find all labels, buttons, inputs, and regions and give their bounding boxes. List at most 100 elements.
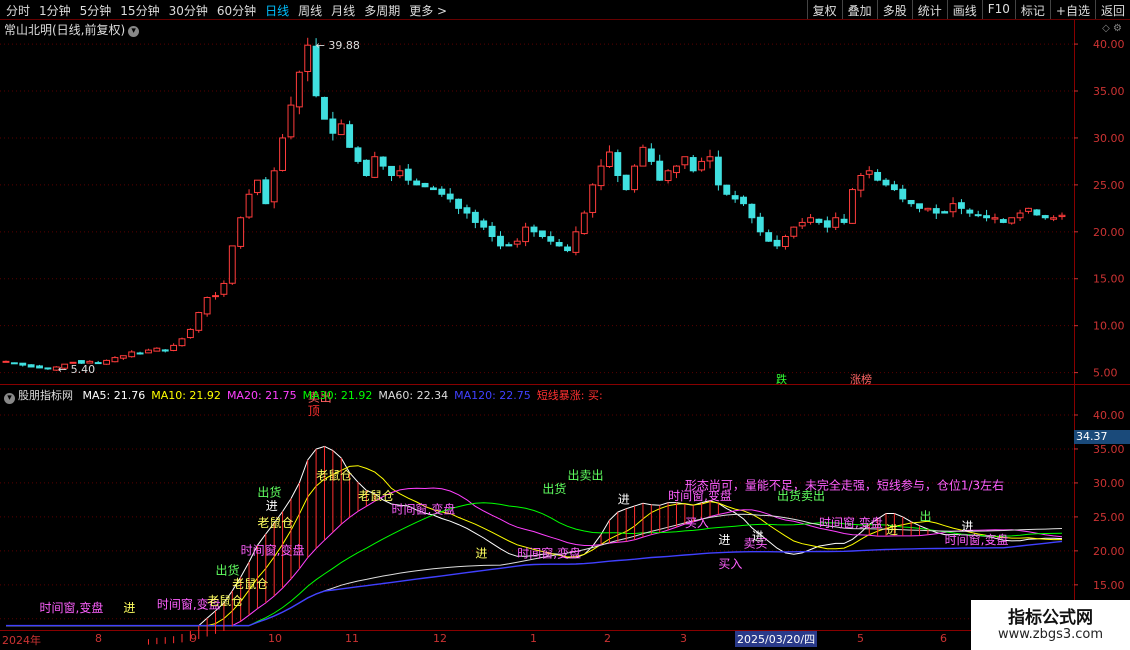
die-tag: 跌 (776, 373, 787, 386)
candle-body-56 (471, 211, 479, 223)
candle-body-23 (195, 312, 203, 331)
candle-body-54 (455, 198, 463, 209)
ind-y-tick-3: 25.00 (1093, 511, 1125, 524)
candle-body-115 (966, 209, 974, 214)
candle-body-48 (404, 168, 412, 181)
candle-body-59 (497, 235, 504, 247)
signal-annotation-15: 买入 (685, 516, 709, 530)
candle-body-126 (1058, 214, 1066, 218)
candle-body-67 (564, 246, 571, 252)
ma-legend-4: MA60: 22.34 (378, 389, 449, 402)
signal-annotation-30: 老鼠仓 (207, 594, 243, 608)
candle-body-75 (631, 165, 639, 191)
candle-body-15 (128, 351, 136, 358)
candle-body-82 (689, 157, 697, 172)
candle-body-47 (396, 170, 404, 177)
candle-body-120 (1008, 217, 1016, 224)
ind-y-tick-4: 20.00 (1093, 545, 1125, 558)
candle-body-46 (388, 165, 395, 176)
candle-body-20 (170, 344, 178, 351)
ind-y-tick-5: 15.00 (1093, 579, 1125, 592)
ma-legend-1: MA10: 21.92 (151, 389, 221, 402)
indicator-name: 股朋指标网 (18, 389, 73, 402)
candlestick-chart: 40.00 35.00 30.00 25.00 20.00 15.00 10.00 5.00 ←… (0, 19, 1130, 645)
signal-annotation-7: 老鼠仓 (358, 489, 394, 503)
candle-body-124 (1041, 215, 1049, 219)
candle-body-1 (10, 362, 18, 365)
candle-body-57 (480, 220, 488, 228)
candle-body-12 (103, 359, 111, 365)
date-tick-11: 6 (940, 632, 947, 645)
candle-body-102 (857, 174, 865, 191)
chevron-down-icon[interactable]: ▾ (4, 393, 15, 404)
date-tick-6: 1 (530, 632, 537, 645)
signal-annotation-9: 进 (475, 547, 487, 561)
candle-body-87 (731, 195, 739, 200)
candle-body-105 (882, 179, 890, 186)
signal-annotation-21: 时间窗,变盘 (819, 515, 883, 530)
candle-body-111 (932, 208, 940, 214)
candle-body-62 (522, 226, 530, 243)
candle-body-50 (421, 182, 429, 188)
candle-body-69 (580, 212, 588, 235)
zhangting-tag: 涨榜 (850, 373, 872, 386)
date-tick-8: 3 (680, 632, 687, 645)
candle-body-58 (488, 225, 496, 238)
candle-body-80 (673, 165, 680, 174)
ind-y-tick-2: 30.00 (1093, 477, 1125, 490)
candle-body-94 (790, 226, 798, 237)
candle-body-60 (505, 244, 513, 247)
signal-annotation-23: 时间窗,变盘 (945, 532, 1009, 547)
candle-body-101 (849, 189, 856, 224)
candle-body-22 (186, 328, 194, 339)
candle-body-72 (605, 151, 613, 167)
candle-body-73 (614, 152, 622, 176)
date-axis: 2024年 8 9 10 11 12 1 2 3 2025/03/20/四 5 6 (0, 631, 971, 648)
candle-body-88 (740, 196, 747, 205)
candle-body-4 (36, 365, 43, 369)
signal-annotation-0: 顶 (308, 404, 320, 418)
candle-body-38 (321, 96, 328, 120)
date-tick-3: 10 (268, 632, 282, 645)
candle-body-104 (874, 171, 882, 181)
candle-body-83 (698, 160, 706, 171)
main-y-tick-2: 30.00 (1093, 132, 1125, 145)
candle-body-35 (295, 71, 303, 108)
candle-body-45 (379, 156, 387, 167)
signal-annotation-16: 进 (718, 533, 730, 547)
watermark-url: www.zbgs3.com (997, 627, 1104, 642)
candle-body-90 (756, 216, 764, 233)
candle-body-24 (203, 297, 211, 315)
candle-body-3 (27, 364, 35, 368)
candle-body-44 (371, 156, 379, 178)
candle-body-41 (346, 124, 354, 148)
candle-body-34 (287, 104, 295, 138)
main-y-tick-6: 10.00 (1093, 320, 1125, 333)
date-tick-10: 5 (857, 632, 864, 645)
signal-annotation-10: 时间窗,变盘 (517, 546, 581, 561)
candle-body-79 (664, 170, 672, 182)
candle-body-29 (245, 193, 253, 218)
signal-annotation-31: 老鼠仓 (232, 577, 268, 591)
candle-body-16 (136, 352, 144, 355)
candle-body-78 (656, 160, 664, 181)
candle-body-36 (304, 44, 312, 72)
high-price-label: ← 39.88 (316, 39, 360, 52)
candle-body-121 (1016, 212, 1024, 219)
candle-body-117 (983, 215, 991, 219)
candle-body-97 (815, 218, 823, 223)
signal-annotation-24: 形态尚可，量能不足，未完全走强，短线参与，仓位1/3左右 (685, 478, 1004, 493)
candle-body-114 (957, 202, 965, 209)
ind-y-tick-1: 35.00 (1093, 443, 1125, 456)
date-tick-0: 2024年 (2, 634, 41, 647)
ma-legend-3: MA30: 21.92 (302, 389, 373, 402)
candle-body-5 (44, 367, 52, 370)
candle-body-52 (438, 188, 446, 195)
ma-legend-5: MA120: 22.75 (454, 389, 531, 402)
signal-annotation-8: 时间窗,变盘 (392, 502, 456, 517)
date-tick-7: 2 (604, 632, 611, 645)
signal-annotation-4: 时间窗,变盘 (241, 542, 305, 557)
candle-body-32 (270, 170, 278, 203)
candle-body-0 (2, 360, 10, 363)
candle-body-19 (161, 349, 169, 352)
